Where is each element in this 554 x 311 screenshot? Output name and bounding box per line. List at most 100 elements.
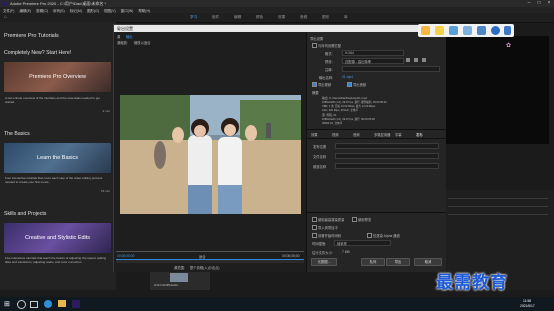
floating-toolbar	[418, 24, 514, 37]
maximize-button[interactable]: □	[534, 0, 544, 7]
section-skills: Skills and Projects	[4, 211, 47, 217]
dialog-close-icon[interactable]: ×	[117, 26, 443, 31]
time-interpolation-select[interactable]: 帧采样	[334, 240, 391, 246]
minimize-button[interactable]: –	[524, 0, 534, 7]
capture-icon[interactable]	[449, 26, 458, 35]
workspace-tab[interactable]: 效果	[278, 15, 285, 20]
record-icon[interactable]	[463, 26, 472, 35]
start-timecode-label: 设置开始时间码	[318, 234, 342, 238]
tutorial-card-overview[interactable]: Premiere Pro Overview	[4, 62, 111, 92]
preset-value: 匹配源 - 高比特率	[345, 60, 372, 64]
summary-header: 摘要	[312, 91, 319, 95]
settings-tab[interactable]: 字幕	[395, 132, 402, 137]
comment-input[interactable]	[342, 66, 440, 72]
collapse-icon[interactable]	[504, 26, 511, 35]
tutorial-card-basics[interactable]: Learn the Basics	[4, 143, 111, 173]
card-basics-label: Learn the Basics	[37, 155, 78, 161]
render-alpha-label: 仅渲染 Alpha 通道	[373, 234, 400, 238]
source-scaling-select[interactable]: 缩放以适合	[134, 40, 150, 45]
learn-panel: Premiere Pro Tutorials Completely New? S…	[0, 22, 116, 290]
preset-select[interactable]: 匹配源 - 高比特率	[342, 58, 404, 64]
workspace-tab[interactable]: 编辑	[234, 15, 241, 20]
render-alpha-checkbox[interactable]	[367, 233, 372, 238]
channel-name-input[interactable]	[335, 163, 439, 169]
export-button[interactable]: 导出	[386, 258, 410, 266]
taskbar-search-icon[interactable]	[17, 300, 26, 309]
hand-icon[interactable]	[421, 26, 430, 35]
settings-tab[interactable]: 效果	[311, 132, 318, 137]
tab-source[interactable]: 源	[117, 34, 120, 39]
import-preset-icon[interactable]	[414, 58, 418, 62]
comment-icon[interactable]	[435, 26, 444, 35]
format-select[interactable]: H.264	[342, 50, 404, 56]
preview-photo-graphic	[120, 95, 301, 214]
output-name-label: 输出名称:	[319, 76, 334, 80]
settings-tab[interactable]: 发布	[416, 132, 423, 137]
clock-time: 11:58	[523, 299, 532, 303]
start-timecode-checkbox[interactable]	[312, 233, 317, 238]
metadata-button[interactable]: 元数据...	[311, 258, 337, 266]
save-preset-icon[interactable]	[406, 58, 410, 62]
source-range-label: 源范围:	[174, 266, 185, 270]
max-quality-label: 使用最高渲染质量	[318, 218, 345, 222]
workspace-tab[interactable]: 音频	[300, 15, 307, 20]
comment-label: 注释:	[325, 68, 333, 72]
match-sequence-checkbox[interactable]	[312, 43, 317, 48]
workspace-tab[interactable]: 学习	[190, 15, 197, 20]
workspace-tab[interactable]: 颜色	[256, 15, 263, 20]
source-range-select[interactable]: 整个剪辑(入点/出点)	[190, 265, 220, 270]
timeline-scrubber[interactable]	[116, 259, 304, 263]
export-audio-checkbox[interactable]	[347, 82, 352, 87]
channel-name-label: 频道名称	[313, 165, 327, 169]
settings-tab[interactable]: 视频	[332, 132, 339, 137]
workspace-tab[interactable]: 组件	[212, 15, 219, 20]
preset-label: 预设:	[325, 60, 333, 64]
home-icon[interactable]: ⌂	[4, 14, 7, 20]
workspace-tab[interactable]: 图形	[322, 15, 329, 20]
file-name-label: 文件名称	[313, 155, 327, 159]
help-icon[interactable]	[491, 26, 500, 35]
premiere-app-icon	[2, 1, 7, 6]
explorer-icon[interactable]	[58, 300, 66, 307]
card-overview-label: Premiere Pro Overview	[29, 74, 86, 80]
windows-start-icon[interactable]: ⊞	[4, 300, 10, 308]
edge-icon[interactable]	[44, 300, 52, 308]
export-settings-pane: 导出设置 与序列设置匹配 格式: H.264 预设: 匹配源 - 高比特率 注释…	[306, 32, 446, 272]
queue-button[interactable]: 队列	[361, 258, 385, 266]
overview-duration: 2 min	[102, 109, 110, 113]
max-quality-checkbox[interactable]	[312, 217, 317, 222]
cancel-button[interactable]: 取消	[414, 258, 442, 266]
taskbar: ⊞ 11:58 2021/6/17	[0, 297, 554, 311]
output-name-link[interactable]: 01.mp4	[342, 75, 353, 79]
learn-title: Premiere Pro Tutorials	[4, 33, 59, 39]
workspace-tab[interactable]: 库	[344, 15, 348, 20]
preview-photo	[120, 95, 301, 214]
use-preview-label: 使用预览	[358, 218, 372, 222]
task-view-icon[interactable]	[30, 301, 38, 308]
zoom-icon[interactable]	[477, 26, 486, 35]
fit-zoom-select[interactable]: 适合	[199, 254, 206, 259]
use-preview-checkbox[interactable]	[352, 217, 357, 222]
settings-tab[interactable]: 音频	[353, 132, 360, 137]
export-video-checkbox[interactable]	[312, 82, 317, 87]
project-clip[interactable]: 0c9c7e8c9ffb4ad0c...	[150, 272, 210, 290]
clock-date: 2021/6/17	[520, 304, 535, 308]
premiere-taskbar-icon[interactable]	[72, 300, 80, 308]
card-creative-label: Creative and Stylistic Edits	[24, 235, 91, 241]
title-bar: Adobe Premiere Pro 2020 - C:\用户\Dac\桌面\未…	[0, 0, 554, 7]
publish-location-input[interactable]	[335, 143, 439, 149]
import-project-checkbox[interactable]	[312, 225, 317, 230]
overview-description: A two-minute overview of the interface a…	[5, 96, 100, 104]
export-video-label: 导出视频	[318, 83, 332, 87]
delete-preset-icon[interactable]	[422, 58, 426, 62]
file-name-input[interactable]	[335, 153, 439, 159]
settings-tabs: 效果 视频 音频 多路复用器 字幕 发布	[307, 129, 446, 139]
tutorial-card-creative[interactable]: Creative and Stylistic Edits	[4, 223, 111, 253]
basics-description: Four interactive tutorials that cover ea…	[5, 176, 103, 184]
publish-location-label: 发布位置	[313, 145, 327, 149]
tab-output[interactable]: 输出	[126, 34, 133, 39]
close-button[interactable]: ×	[544, 0, 554, 7]
time-interpolation-value: 帧采样	[337, 242, 347, 246]
timecode-duration: 00;00;05;00	[282, 254, 300, 258]
settings-tab[interactable]: 多路复用器	[374, 132, 390, 137]
